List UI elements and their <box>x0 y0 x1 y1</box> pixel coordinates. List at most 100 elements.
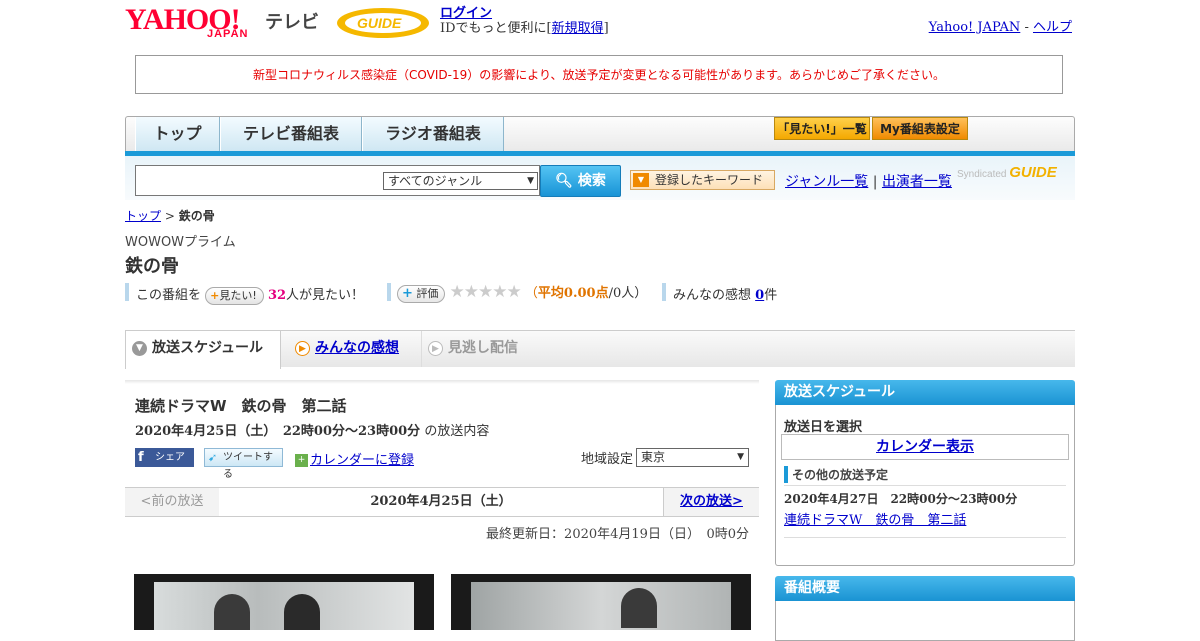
section-bar <box>784 466 788 483</box>
genre-list-link[interactable]: ジャンル一覧 <box>785 174 868 190</box>
help-link[interactable]: ヘルプ <box>1033 20 1072 35</box>
genre-select[interactable]: すべてのジャンル ▼ <box>383 172 538 190</box>
rating-average: 平均0.00点 <box>537 286 609 301</box>
panel-top-shade <box>125 380 759 384</box>
episode-datetime: 2020年4月25日（土） 22時00分～23時00分 <box>135 424 421 439</box>
my-schedule-settings-button[interactable]: My番組表設定 <box>872 117 968 140</box>
search-button-label: 検索 <box>577 173 606 189</box>
login-sub-suffix: ] <box>603 21 609 36</box>
yahoo-japan-link[interactable]: Yahoo! JAPAN <box>929 20 1021 35</box>
rating-stars: ★★★★★ <box>449 282 522 302</box>
dropdown-arrow-icon: ▼ <box>737 452 744 462</box>
page: YAHOO! JAPAN テレビ GUIDE ログイン IDでもっと便利に[新規… <box>125 0 1075 641</box>
yahoo-japan-logo-text: JAPAN <box>207 28 249 40</box>
select-date-label: 放送日を選択 <box>784 420 863 435</box>
genre-select-value: すべてのジャンル <box>388 174 483 188</box>
facebook-share-label: シェア <box>155 452 185 463</box>
thumbnail-scene <box>471 582 731 630</box>
tab-impressions-label: みんなの感想 <box>315 340 399 356</box>
search-area: すべてのジャンル ▼ 🔍︎ 検索 ▼ 登録したキーワード ジャンル一覧 | 出演… <box>125 156 1075 200</box>
login-sub-prefix: IDでもっと便利に[ <box>440 21 552 36</box>
sidebar-schedule-header: 放送スケジュール <box>775 380 1075 405</box>
search-button[interactable]: 🔍︎ 検索 <box>540 165 621 197</box>
divider-bar <box>662 283 666 301</box>
rating-open: （ <box>524 286 538 301</box>
plus-icon: + <box>402 285 413 301</box>
login-link[interactable]: ログイン <box>440 6 492 21</box>
calendar-register-link[interactable]: カレンダーに登録 <box>310 453 414 468</box>
tab-impressions[interactable]: ▶ みんなの感想 <box>289 331 415 367</box>
tv-logo-text[interactable]: テレビ <box>265 8 319 34</box>
thumbnail-person <box>214 594 250 630</box>
nav-tab-radio-schedule[interactable]: ラジオ番組表 <box>362 117 504 151</box>
program-info-row: この番組を +見たい! 32人が見たい！ + 評価 ★★★★★ （平均0.00点… <box>125 282 825 305</box>
performer-list-link[interactable]: 出演者一覧 <box>882 174 952 190</box>
tweet-label: ツイートする <box>223 452 273 480</box>
dropdown-arrow-icon: ▼ <box>527 176 534 186</box>
impressions-count-link[interactable]: 0 <box>755 288 764 303</box>
registered-keyword-button[interactable]: ▼ 登録したキーワード <box>630 170 775 190</box>
last-updated: 最終更新日：2020年4月19日（日） 0時0分 <box>486 527 749 542</box>
calendar-display-button[interactable]: カレンダー表示 <box>781 434 1069 460</box>
signup-link[interactable]: 新規取得 <box>552 21 604 36</box>
divider-bar <box>387 283 391 301</box>
tab-schedule[interactable]: ▼ 放送スケジュール <box>125 331 281 369</box>
breadcrumb-top-link[interactable]: トップ <box>125 209 161 223</box>
gguide-logo[interactable]: GUIDE <box>335 6 431 40</box>
plus-icon: + <box>210 288 220 302</box>
tab-catchup: ▶ 見逃し配信 <box>421 331 551 367</box>
episode-title: 連続ドラマW 鉄の骨 第二話 <box>135 397 347 415</box>
other-broadcast-link[interactable]: 連続ドラマW 鉄の骨 第二話 <box>784 509 966 528</box>
thumbnail-person <box>284 594 320 630</box>
covid-notice: 新型コロナウィルス感染症（COVID-19）の影響により、放送予定が変更となる可… <box>135 55 1063 94</box>
episode-thumbnail[interactable] <box>134 574 434 630</box>
tweet-button[interactable]: ➹ ツイートする <box>204 448 283 480</box>
rate-button[interactable]: + 評価 <box>397 284 446 303</box>
other-broadcast-date: 2020年4月27日 22時00分～23時00分 <box>784 492 1018 506</box>
prev-broadcast: <前の放送 <box>125 488 220 516</box>
pager-current-date: 2020年4月25日（土） <box>219 488 663 516</box>
breadcrumb-current: 鉄の骨 <box>178 209 215 223</box>
nav-tab-tv-schedule[interactable]: テレビ番組表 <box>220 117 362 151</box>
impressions-prefix: みんなの感想 <box>673 288 752 303</box>
divider-bar <box>125 283 129 301</box>
link-separator: | <box>872 174 878 190</box>
wants-suffix: 人が見たい！ <box>286 288 365 303</box>
mitai-list-button[interactable]: 「見たい!」一覧 <box>774 117 870 140</box>
chevron-down-icon: ▼ <box>132 341 147 356</box>
episode-thumbnail[interactable] <box>451 574 751 630</box>
syndicated-gguide-logo: Syndicated GUIDE <box>957 164 1057 181</box>
main-nav: トップ テレビ番組表 ラジオ番組表 「見たい!」一覧 My番組表設定 <box>125 116 1075 154</box>
next-broadcast-link[interactable]: 次の放送> <box>663 488 759 516</box>
login-box: ログイン IDでもっと便利に[新規取得] <box>440 6 609 36</box>
genre-links: ジャンル一覧 | 出演者一覧 <box>785 171 952 191</box>
sidebar-overview-box <box>775 601 1075 641</box>
rate-button-label: 評価 <box>416 286 439 300</box>
divider <box>784 537 1066 538</box>
calendar-add-icon: + <box>295 454 308 467</box>
other-broadcasts-label: その他の放送予定 <box>792 468 889 482</box>
gguide-logo-text: GUIDE <box>357 15 402 31</box>
tab-catchup-label: 見逃し配信 <box>448 340 518 356</box>
calendar-register[interactable]: + カレンダーに登録 <box>295 449 414 468</box>
search-icon: 🔍︎ <box>555 173 573 189</box>
nav-tab-top[interactable]: トップ <box>135 117 220 151</box>
twitter-bird-icon: ➹ <box>208 451 218 464</box>
region-select-value: 東京 <box>641 450 666 464</box>
play-arrow-icon: ▶ <box>295 341 310 356</box>
top-right-links: Yahoo! JAPAN - ヘルプ <box>929 16 1072 35</box>
episode-datetime-suffix: の放送内容 <box>424 424 490 439</box>
chevron-down-icon: ▼ <box>633 173 649 187</box>
syndicated-label: Syndicated <box>957 169 1007 180</box>
keyword-button-label: 登録したキーワード <box>655 173 764 187</box>
facebook-icon: f <box>138 450 144 465</box>
wants-count: 32 <box>267 288 287 303</box>
tab-schedule-label: 放送スケジュール <box>152 340 264 356</box>
breadcrumb: トップ > 鉄の骨 <box>125 207 215 224</box>
breadcrumb-sep: > <box>164 209 175 223</box>
mitai-button[interactable]: +見たい! <box>205 286 264 305</box>
syndicated-brand: GUIDE <box>1009 164 1057 181</box>
region-select[interactable]: 東京 ▼ <box>636 448 749 467</box>
station-name: WOWOWプライム <box>125 235 236 250</box>
facebook-share-button[interactable]: f シェア <box>135 448 194 467</box>
